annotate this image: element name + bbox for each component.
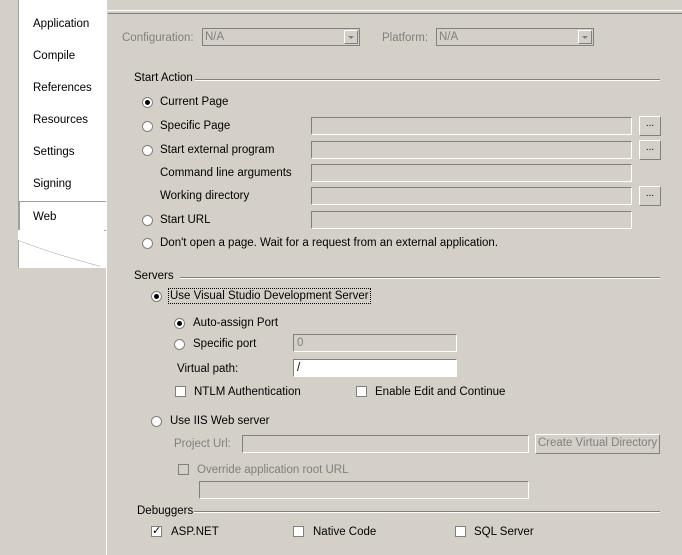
working-directory-label: Working directory bbox=[160, 190, 250, 202]
current-page-radio[interactable] bbox=[142, 97, 153, 108]
tab-signing[interactable]: Signing bbox=[33, 178, 71, 190]
properties-panel bbox=[106, 10, 682, 555]
external-program-field bbox=[311, 141, 632, 159]
current-page-label: Current Page bbox=[160, 96, 229, 108]
start-external-program-label: Start external program bbox=[160, 144, 275, 156]
vs-dev-server-radio[interactable] bbox=[151, 291, 162, 302]
specific-page-label: Specific Page bbox=[160, 120, 231, 132]
servers-divider bbox=[180, 277, 660, 279]
tab-references[interactable]: References bbox=[33, 82, 92, 94]
create-virtual-directory-button: Create Virtual Directory bbox=[535, 434, 660, 454]
tab-compile[interactable]: Compile bbox=[33, 50, 75, 62]
specific-port-field: 0 bbox=[293, 334, 457, 352]
tab-strip: Application Compile References Resources… bbox=[0, 0, 123, 554]
debuggers-divider bbox=[194, 511, 660, 513]
tab-curve bbox=[18, 230, 104, 268]
auto-assign-port-label: Auto-assign Port bbox=[193, 317, 279, 329]
override-root-url-checkbox bbox=[178, 464, 189, 475]
override-root-url-field bbox=[199, 481, 529, 499]
start-external-program-radio[interactable] bbox=[142, 145, 153, 156]
project-url-label: Project Url: bbox=[174, 438, 231, 450]
override-root-url-label: Override application root URL bbox=[197, 464, 349, 476]
virtual-path-value: / bbox=[297, 362, 301, 374]
start-action-header: Start Action bbox=[134, 72, 193, 84]
virtual-path-input[interactable]: / bbox=[293, 359, 457, 377]
vs-dev-server-label: Use Visual Studio Development Server bbox=[168, 288, 371, 304]
dont-open-page-label: Don't open a page. Wait for a request fr… bbox=[160, 237, 499, 249]
start-url-label: Start URL bbox=[160, 214, 211, 226]
enable-edit-continue-checkbox[interactable] bbox=[356, 386, 367, 397]
virtual-path-label: Virtual path: bbox=[177, 363, 239, 375]
platform-value: N/A bbox=[439, 31, 459, 43]
command-line-arguments-field bbox=[311, 164, 632, 182]
working-directory-field bbox=[311, 187, 632, 205]
servers-header: Servers bbox=[134, 270, 174, 282]
platform-combo: N/A bbox=[436, 28, 594, 46]
specific-page-radio[interactable] bbox=[142, 121, 153, 132]
chevron-down-icon bbox=[344, 30, 358, 44]
debuggers-header: Debuggers bbox=[137, 505, 194, 517]
aspnet-label: ASP.NET bbox=[171, 526, 219, 538]
sql-server-label: SQL Server bbox=[474, 526, 534, 538]
dont-open-page-radio[interactable] bbox=[142, 238, 153, 249]
working-directory-browse-button: ... bbox=[639, 186, 661, 206]
aspnet-checkbox[interactable] bbox=[151, 524, 162, 537]
project-url-field bbox=[242, 435, 529, 453]
start-url-field bbox=[311, 211, 632, 229]
panel-divider bbox=[108, 13, 682, 14]
configuration-label: Configuration: bbox=[122, 32, 194, 44]
configuration-value: N/A bbox=[205, 31, 225, 43]
auto-assign-port-radio[interactable] bbox=[174, 318, 185, 329]
configuration-combo: N/A bbox=[202, 28, 360, 46]
native-code-label: Native Code bbox=[313, 526, 377, 538]
specific-page-browse-button: ... bbox=[639, 116, 661, 136]
chevron-down-icon bbox=[578, 30, 592, 44]
ntlm-auth-label: NTLM Authentication bbox=[194, 386, 301, 398]
command-line-arguments-label: Command line arguments bbox=[160, 167, 292, 179]
specific-page-field bbox=[311, 117, 632, 135]
native-code-checkbox[interactable] bbox=[293, 526, 304, 537]
sql-server-checkbox[interactable] bbox=[455, 526, 466, 537]
specific-port-label: Specific port bbox=[193, 338, 257, 350]
tab-settings[interactable]: Settings bbox=[33, 146, 75, 158]
ntlm-auth-checkbox[interactable] bbox=[175, 386, 186, 397]
use-iis-radio[interactable] bbox=[151, 416, 162, 427]
enable-edit-continue-label: Enable Edit and Continue bbox=[375, 386, 506, 398]
tab-resources[interactable]: Resources bbox=[33, 114, 88, 126]
specific-port-radio[interactable] bbox=[174, 339, 185, 350]
start-action-divider bbox=[195, 79, 660, 81]
use-iis-label: Use IIS Web server bbox=[170, 415, 270, 427]
external-program-browse-button: ... bbox=[639, 140, 661, 160]
tab-application[interactable]: Application bbox=[33, 18, 89, 30]
specific-port-value: 0 bbox=[297, 337, 304, 349]
platform-label: Platform: bbox=[382, 32, 429, 44]
start-url-radio[interactable] bbox=[142, 215, 153, 226]
